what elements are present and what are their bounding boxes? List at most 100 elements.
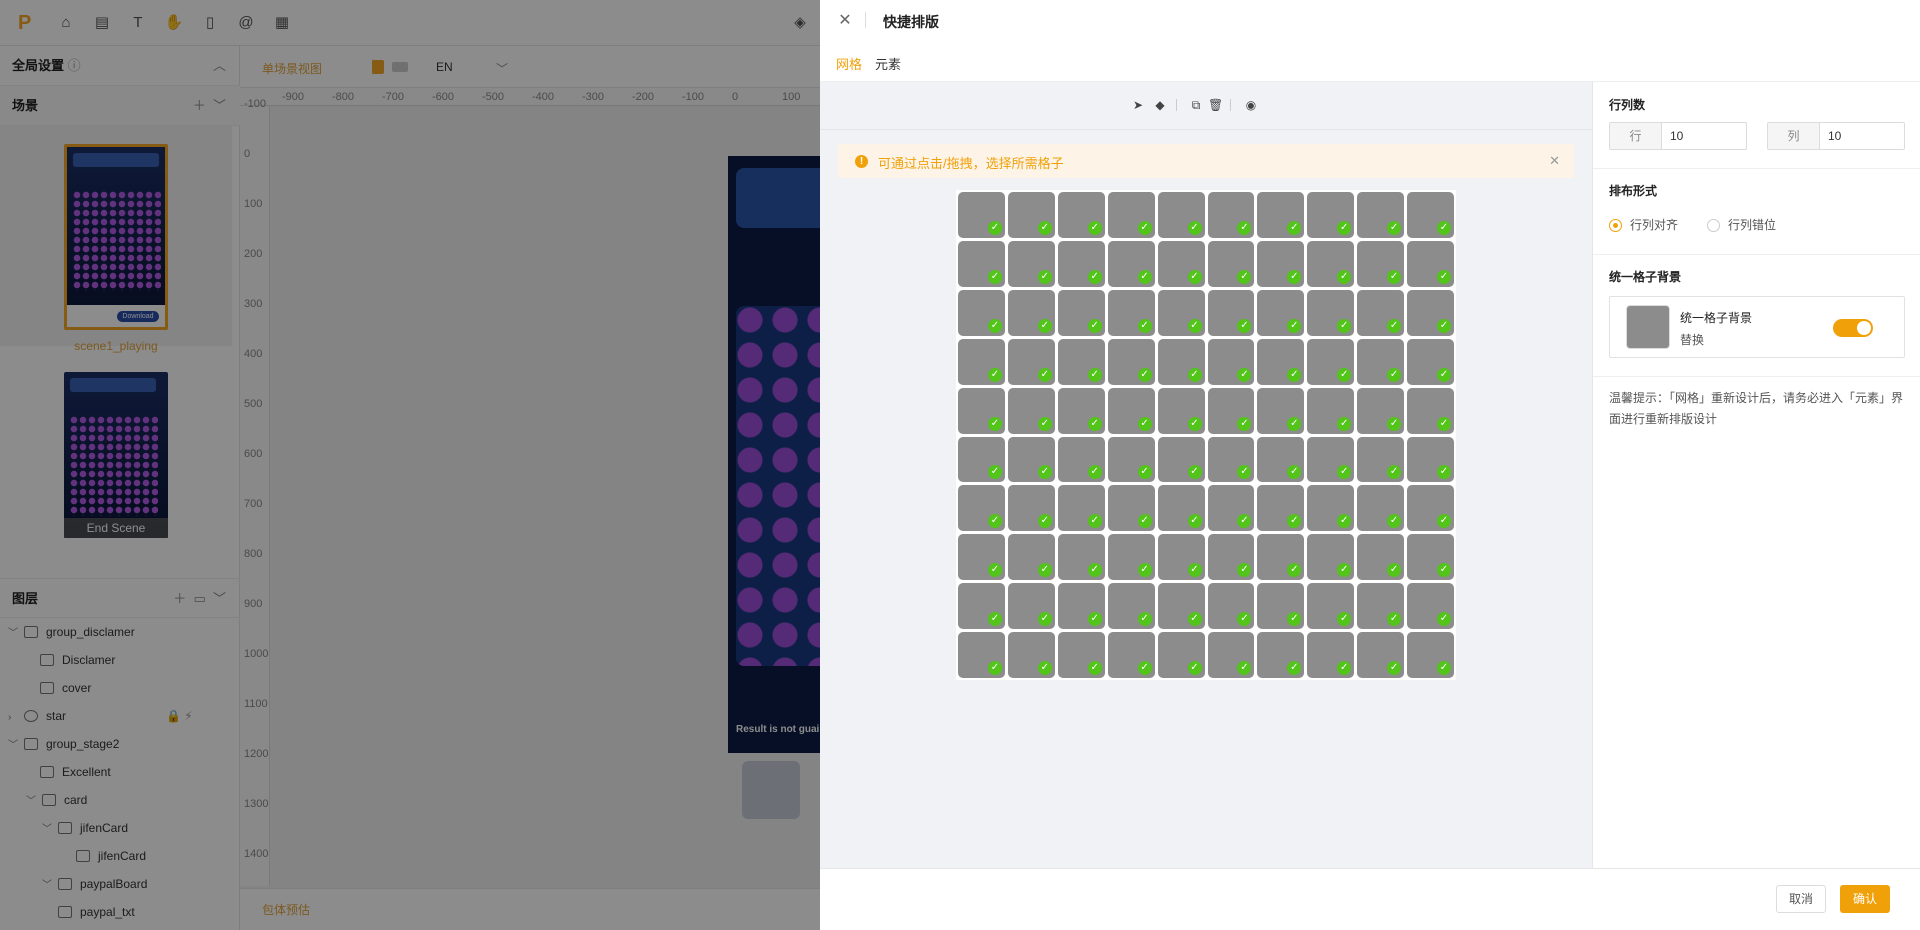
grid-cell[interactable]	[1207, 485, 1255, 532]
grid-cell[interactable]	[958, 583, 1005, 630]
grid-cell[interactable]	[1107, 338, 1155, 385]
grid-cell[interactable]	[958, 338, 1005, 385]
grid-cell[interactable]	[1407, 436, 1454, 483]
grid-cell[interactable]	[1157, 240, 1205, 287]
grid-cell[interactable]	[1357, 583, 1405, 630]
rows-value[interactable]: 10	[1670, 123, 1683, 149]
grid-cell[interactable]	[1107, 192, 1155, 238]
confirm-button[interactable]: 确认	[1840, 885, 1891, 913]
grid-cell[interactable]	[1107, 632, 1155, 678]
grid-cell[interactable]	[1257, 240, 1305, 287]
grid-cell[interactable]	[1207, 534, 1255, 581]
grid-cell[interactable]	[1057, 436, 1105, 483]
alert-close-icon[interactable]: ✕	[1549, 153, 1560, 169]
grid-cell[interactable]	[1357, 338, 1405, 385]
grid-cell[interactable]	[1307, 240, 1355, 287]
grid-cell[interactable]	[1357, 485, 1405, 532]
grid-cell[interactable]	[1057, 387, 1105, 434]
grid-cell[interactable]	[1357, 632, 1405, 678]
grid-cell[interactable]	[1007, 485, 1055, 532]
grid-cell[interactable]	[1007, 289, 1055, 336]
grid-cell[interactable]	[1007, 240, 1055, 287]
grid-cell[interactable]	[1007, 192, 1055, 238]
cols-input[interactable]: 列 10	[1767, 122, 1905, 150]
grid-cell[interactable]	[1057, 240, 1105, 287]
grid-cell[interactable]	[1307, 632, 1355, 678]
grid-cell[interactable]	[1207, 387, 1255, 434]
grid-cell[interactable]	[1207, 192, 1255, 238]
grid-cell[interactable]	[1357, 289, 1405, 336]
grid-cell[interactable]	[1157, 534, 1205, 581]
grid-cell[interactable]	[1107, 583, 1155, 630]
grid-cell[interactable]	[958, 387, 1005, 434]
grid-cell[interactable]	[1407, 289, 1454, 336]
grid-cell[interactable]	[1207, 632, 1255, 678]
grid-cell[interactable]	[1057, 534, 1105, 581]
grid-cell[interactable]	[1307, 583, 1355, 630]
grid-cell[interactable]	[1257, 192, 1305, 238]
grid-cell[interactable]	[1007, 387, 1055, 434]
radio-grid-staggered[interactable]: 行列错位	[1707, 216, 1776, 233]
grid-cell[interactable]	[1157, 338, 1205, 385]
target-icon[interactable]: ◉	[1244, 98, 1258, 112]
grid-cell[interactable]	[1207, 583, 1255, 630]
grid-cell[interactable]	[1157, 289, 1205, 336]
grid-cell[interactable]	[1407, 192, 1454, 238]
grid-cell[interactable]	[1307, 387, 1355, 434]
grid-cell[interactable]	[1257, 583, 1305, 630]
grid-cell[interactable]	[1407, 387, 1454, 434]
delete-icon[interactable]: 🗑	[1208, 98, 1223, 112]
grid-cell[interactable]	[1357, 192, 1405, 238]
grid-cell[interactable]	[1407, 632, 1454, 678]
grid-cell[interactable]	[1057, 632, 1105, 678]
grid-cell[interactable]	[1407, 485, 1454, 532]
grid-cell[interactable]	[1157, 387, 1205, 434]
grid-cell[interactable]	[1407, 240, 1454, 287]
grid-cell[interactable]	[1257, 387, 1305, 434]
grid-cell[interactable]	[1107, 534, 1155, 581]
grid-cell[interactable]	[1107, 485, 1155, 532]
grid-cell[interactable]	[1057, 192, 1105, 238]
grid-cell[interactable]	[1307, 192, 1355, 238]
grid-cell[interactable]	[958, 534, 1005, 581]
grid-cell[interactable]	[1407, 534, 1454, 581]
grid-cell[interactable]	[1307, 436, 1355, 483]
grid-cell[interactable]	[1007, 534, 1055, 581]
grid-cell[interactable]	[1007, 436, 1055, 483]
grid-cell[interactable]	[958, 240, 1005, 287]
grid-cell[interactable]	[1207, 338, 1255, 385]
grid-cell[interactable]	[1257, 436, 1305, 483]
uniform-bg-toggle[interactable]	[1833, 319, 1873, 337]
grid-cell[interactable]	[1357, 387, 1405, 434]
grid-cell[interactable]	[1357, 436, 1405, 483]
grid-cell[interactable]	[1007, 338, 1055, 385]
grid-cell[interactable]	[1357, 534, 1405, 581]
grid-cell[interactable]	[958, 632, 1005, 678]
grid-cell[interactable]	[1057, 289, 1105, 336]
radio-grid-aligned[interactable]: 行列对齐	[1609, 216, 1678, 233]
grid-cell[interactable]	[1157, 436, 1205, 483]
grid-cell[interactable]	[1207, 240, 1255, 287]
grid-cell[interactable]	[1107, 289, 1155, 336]
grid-cell[interactable]	[1307, 289, 1355, 336]
grid-cell[interactable]	[1307, 485, 1355, 532]
tab-elements[interactable]: 元素	[875, 54, 901, 83]
cols-value[interactable]: 10	[1828, 123, 1841, 149]
grid-cell[interactable]	[1307, 338, 1355, 385]
layout-grid[interactable]	[956, 190, 1456, 680]
close-icon[interactable]: ✕	[836, 10, 854, 30]
grid-cell[interactable]	[1057, 583, 1105, 630]
select-cursor-icon[interactable]: ➤	[1131, 98, 1145, 112]
copy-icon[interactable]: ⧉	[1189, 98, 1203, 112]
grid-cell[interactable]	[1057, 485, 1105, 532]
grid-cell[interactable]	[1107, 436, 1155, 483]
grid-cell[interactable]	[1057, 338, 1105, 385]
rows-input[interactable]: 行 10	[1609, 122, 1747, 150]
grid-cell[interactable]	[1207, 289, 1255, 336]
grid-cell[interactable]	[1407, 583, 1454, 630]
grid-cell[interactable]	[1257, 289, 1305, 336]
grid-cell[interactable]	[1157, 192, 1205, 238]
grid-cell[interactable]	[1257, 632, 1305, 678]
grid-cell[interactable]	[1257, 534, 1305, 581]
grid-cell[interactable]	[958, 192, 1005, 238]
